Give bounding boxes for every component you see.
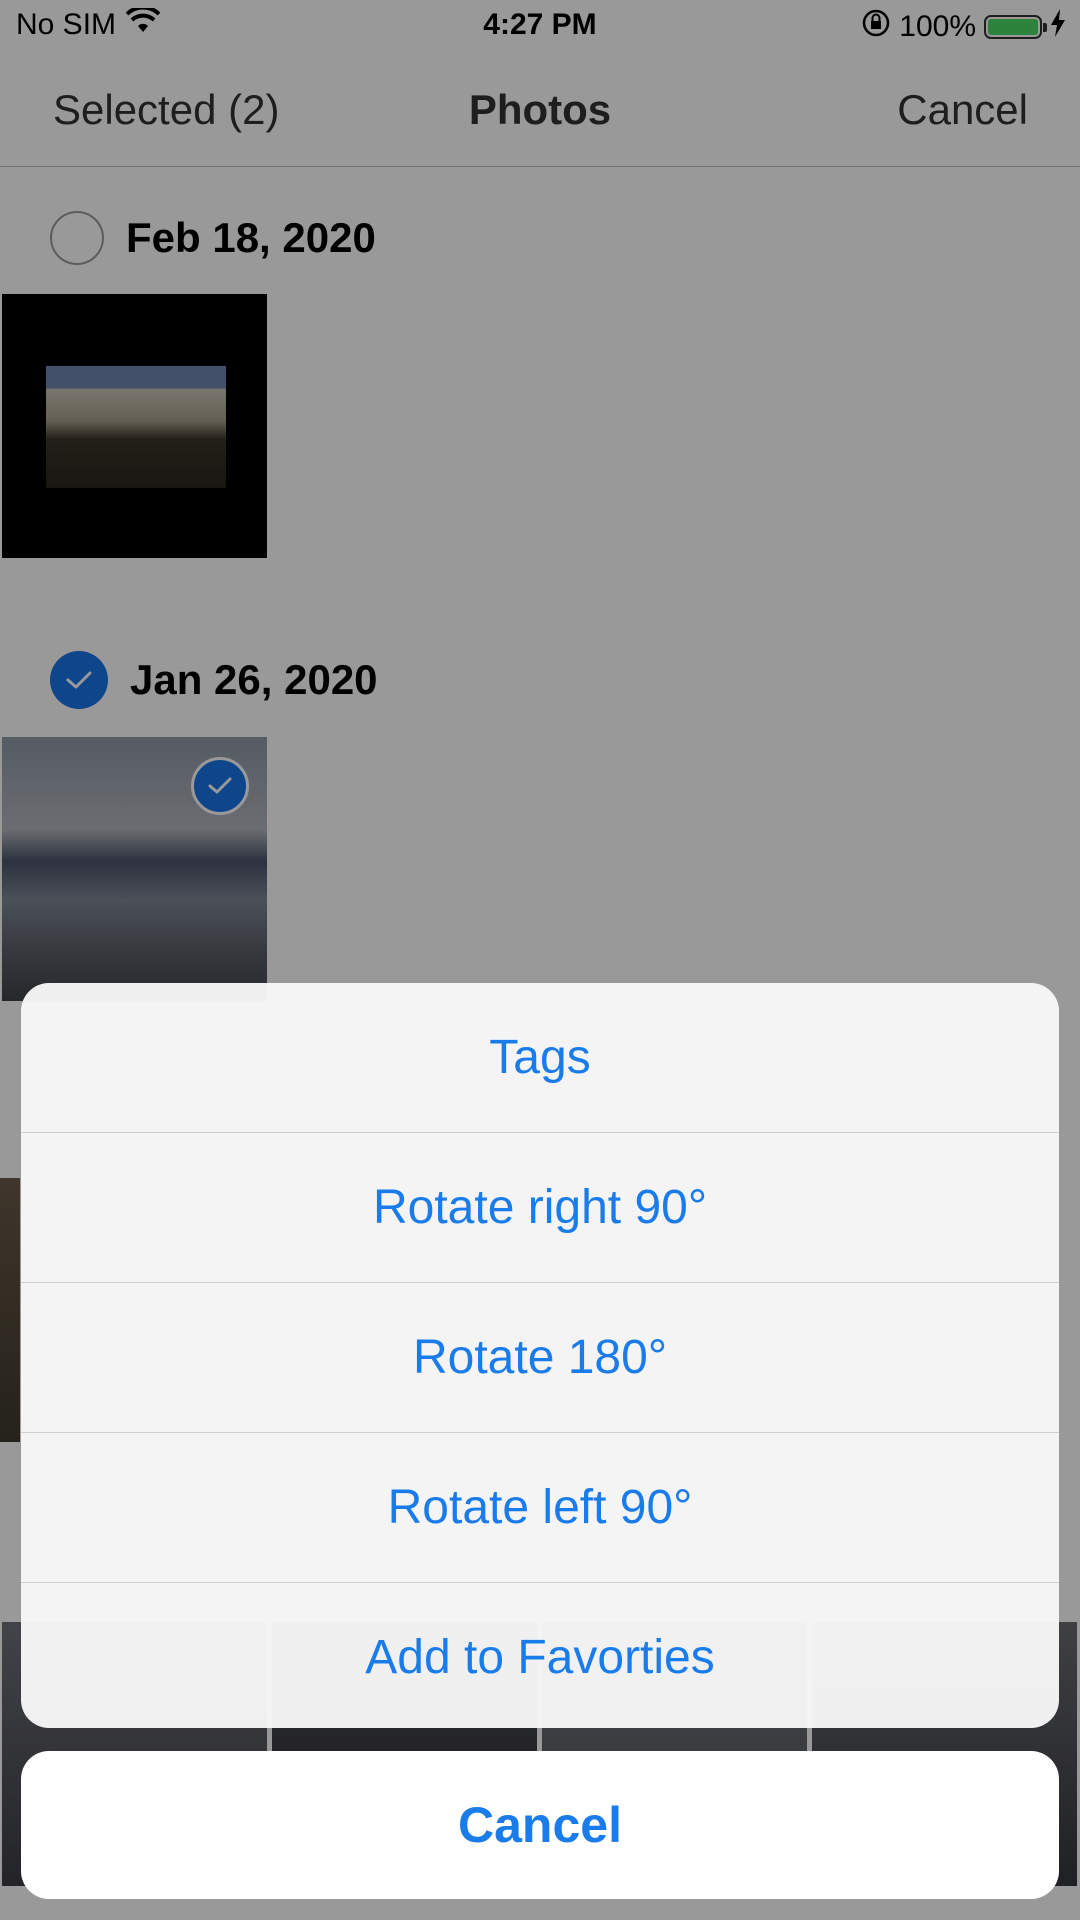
action-sheet: Tags Rotate right 90° Rotate 180° Rotate… — [21, 983, 1059, 1728]
action-add-favorites-button[interactable]: Add to Favorties — [21, 1583, 1059, 1728]
action-tags-button[interactable]: Tags — [21, 983, 1059, 1133]
action-rotate-180-button[interactable]: Rotate 180° — [21, 1283, 1059, 1433]
action-sheet-cancel-button[interactable]: Cancel — [21, 1751, 1059, 1899]
action-rotate-right-button[interactable]: Rotate right 90° — [21, 1133, 1059, 1283]
action-rotate-left-button[interactable]: Rotate left 90° — [21, 1433, 1059, 1583]
